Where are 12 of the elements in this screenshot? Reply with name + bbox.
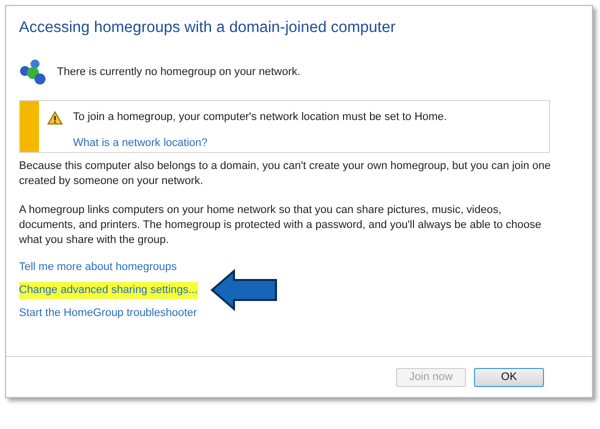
body-paragraph: A homegroup links computers on your home network so that you can share pictures, music, videos, documents, and printers. The homegroup is protected with a password, and you'll always be able to choose what you share with the group. [19, 203, 542, 248]
help-link[interactable]: Start the HomeGroup troubleshooter [19, 305, 197, 322]
status-text: There is currently no homegroup on your network. [57, 65, 300, 80]
body-paragraph: Because this computer also belongs to a domain, you can't create your own homegroup, but you can join one created by someone on your network. [19, 159, 552, 190]
help-link[interactable]: Change advanced sharing settings... [19, 282, 198, 298]
help-link[interactable]: Tell me more about homegroups [19, 259, 177, 276]
dialog-title: Accessing homegroups with a domain-joined computer [19, 18, 397, 38]
warning-stripe [20, 101, 39, 152]
warning-icon [47, 110, 63, 124]
warning-text: To join a homegroup, your computer's network location must be set to Home. [73, 110, 447, 126]
dialog-button[interactable]: OK [474, 368, 544, 386]
network-location-link[interactable]: What is a network location? [73, 134, 208, 152]
